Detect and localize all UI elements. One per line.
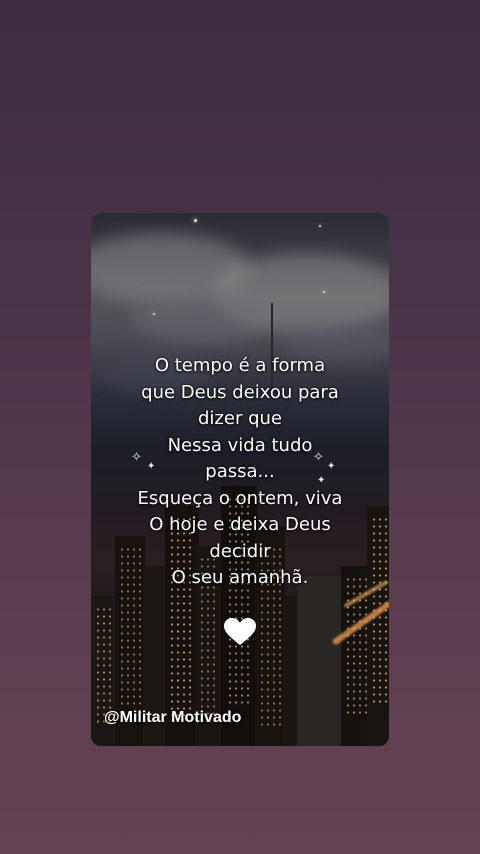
cloud <box>131 293 271 343</box>
star <box>153 313 155 315</box>
quote-line: O tempo é a forma <box>154 355 326 376</box>
building <box>297 576 343 746</box>
quote-line: O hoje e deixa Deus <box>149 514 331 535</box>
heart-icon <box>224 618 256 645</box>
author-handle: @Militar Motivado <box>104 709 242 726</box>
quote-line: dizer que <box>198 408 282 429</box>
quote-line: O seu amanhã. <box>171 567 309 588</box>
star <box>319 225 321 227</box>
quote-line: Esqueça o ontem, viva <box>137 487 343 509</box>
quote-line: decidir <box>209 540 271 562</box>
post-image-card: ✧ ✦ ✧ ✦ ✦ O tempo é a forma que Deus dei… <box>91 213 389 746</box>
quote-line: Nessa vida tudo <box>167 434 313 456</box>
star <box>194 219 197 222</box>
quote-text: O tempo é a forma que Deus deixou para d… <box>91 353 389 592</box>
windows <box>95 606 115 726</box>
quote-line: que Deus deixou para <box>141 381 339 403</box>
star <box>323 291 325 293</box>
quote-line: passa... <box>205 461 275 482</box>
